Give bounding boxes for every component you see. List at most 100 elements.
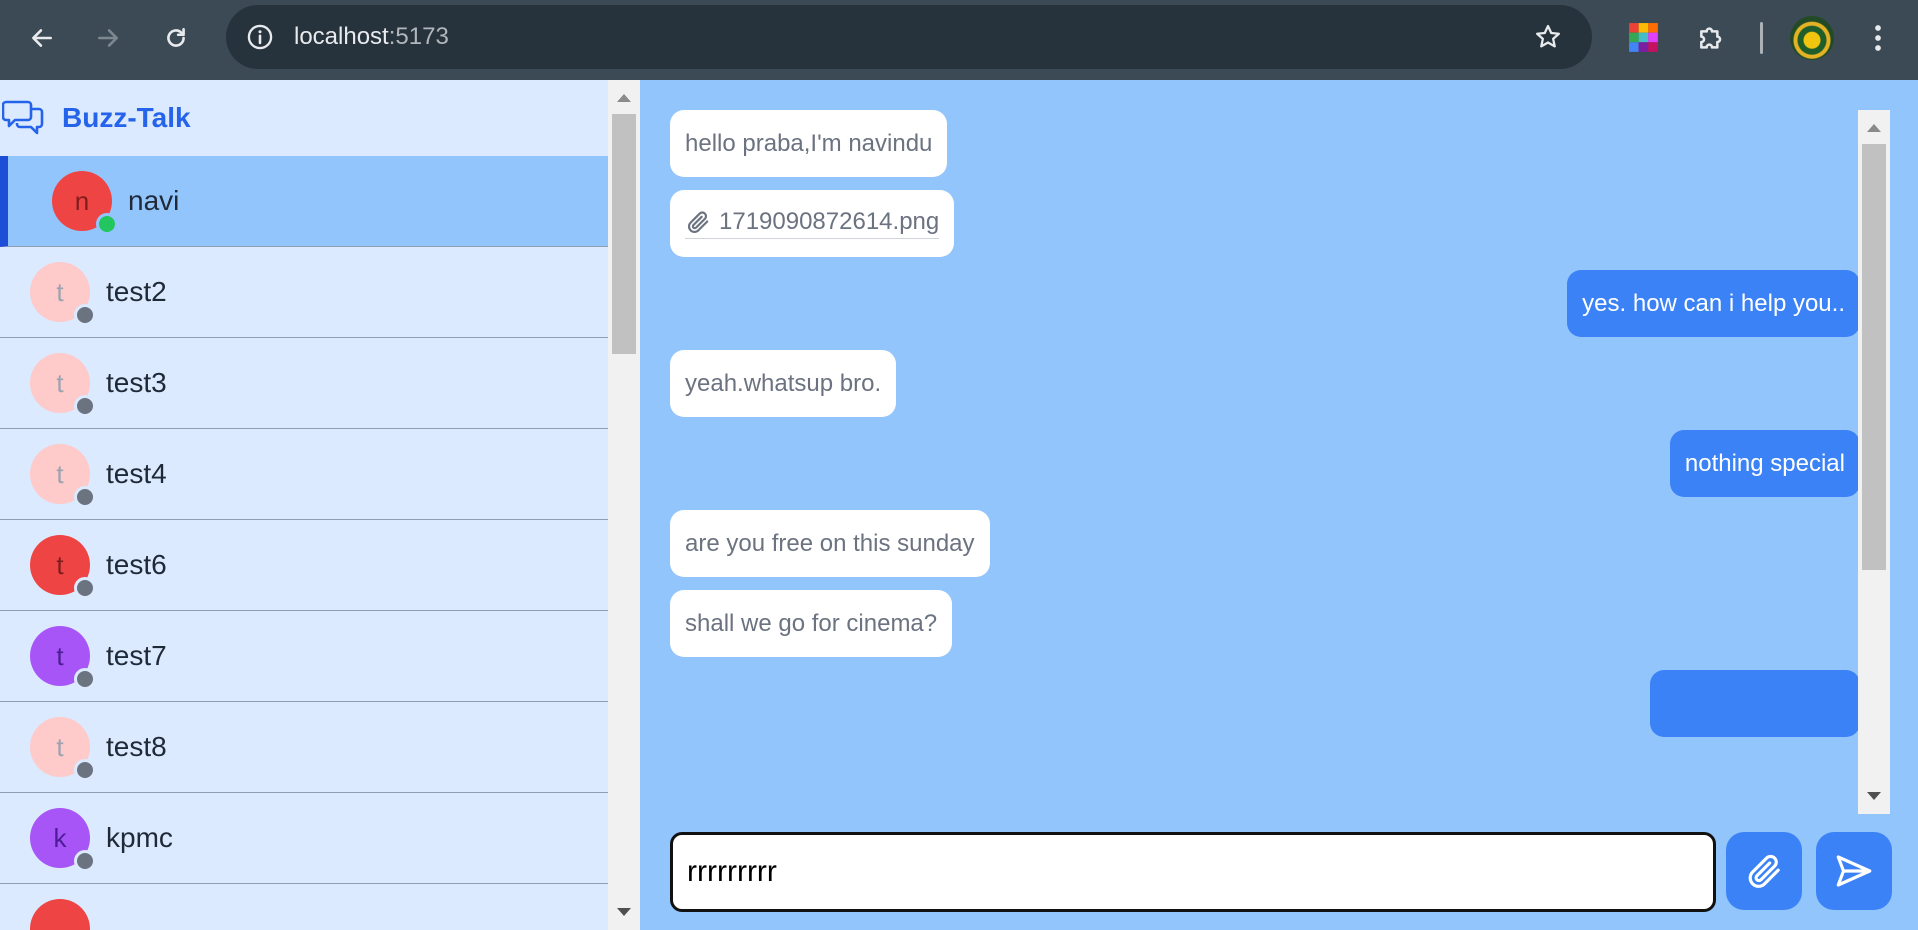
avatar-initial: t — [56, 731, 64, 762]
kebab-menu-icon — [1875, 25, 1881, 51]
outgoing-message: yes. how can i help you.. — [670, 270, 1860, 337]
incoming-message: are you free on this sunday — [670, 510, 1860, 577]
offline-status-dot — [74, 759, 96, 781]
message-text: yes. how can i help you.. — [1582, 289, 1845, 317]
puzzle-icon — [1700, 27, 1722, 49]
forward-button[interactable] — [86, 16, 130, 60]
avatar: t — [30, 535, 96, 599]
avatar: k — [30, 808, 96, 872]
offline-status-dot — [74, 486, 96, 508]
url-host: localhost — [294, 23, 389, 50]
sidebar: Buzz-Talk n navi t test2 t test3 t test4 t test6 t… — [0, 80, 640, 930]
contact-list: n navi t test2 t test3 t test4 t test6 t test7 t test… — [0, 156, 608, 930]
url-text[interactable]: localhost:5173 — [294, 5, 449, 69]
browser-menu-button[interactable] — [1858, 18, 1898, 58]
url-port: :5173 — [388, 23, 449, 50]
avatar-initial: t — [56, 549, 64, 580]
profile-avatar[interactable] — [1790, 16, 1834, 60]
avatar-initial: t — [56, 640, 64, 671]
scrollbar-thumb[interactable] — [1862, 144, 1886, 570]
send-button[interactable] — [1816, 832, 1892, 910]
extensions-button[interactable] — [1692, 18, 1732, 58]
incoming-message: 1719090872614.png — [670, 190, 1860, 257]
sidebar-scrollbar[interactable] — [608, 80, 640, 930]
star-icon — [1536, 24, 1560, 48]
back-button[interactable] — [20, 16, 64, 60]
contact-name: test8 — [106, 731, 167, 762]
avatar: t — [30, 444, 96, 508]
contact-name: test6 — [106, 549, 167, 580]
message-bubble: nothing special — [1669, 430, 1860, 497]
message-bubble: hello praba,I'm navindu — [670, 110, 948, 177]
avatar: t — [30, 262, 96, 326]
color-extension-button[interactable] — [1624, 18, 1664, 58]
message-list: hello praba,I'm navindu 1719090872614.png… — [670, 110, 1860, 896]
avatar-initial: t — [56, 367, 64, 398]
chat-scrollbar[interactable] — [1858, 110, 1890, 814]
contact-name: test2 — [106, 276, 167, 307]
send-icon — [1836, 855, 1872, 887]
offline-status-dot — [74, 577, 96, 599]
avatar: t — [30, 717, 96, 781]
message-text: shall we go for cinema? — [685, 609, 938, 637]
toolbar-divider — [1760, 22, 1763, 54]
message-text: yeah.whatsup bro. — [685, 369, 882, 397]
contact-name: test7 — [106, 640, 167, 671]
avatar: t — [30, 353, 96, 417]
arrow-left-icon — [32, 29, 52, 47]
outgoing-message: nothing special — [670, 430, 1860, 497]
address-bar[interactable]: localhost:5173 — [226, 5, 1592, 69]
chat-bubbles-icon — [2, 100, 44, 135]
contact-item[interactable]: t test3 — [0, 338, 608, 429]
contact-item[interactable]: k kpmc — [0, 793, 608, 884]
arrow-right-icon — [98, 29, 118, 47]
scrollbar-thumb[interactable] — [612, 114, 636, 354]
scroll-up-arrow[interactable] — [1867, 124, 1881, 132]
contact-item[interactable]: n navi — [0, 156, 608, 247]
avatar: n — [52, 171, 118, 235]
bookmark-button[interactable] — [1530, 19, 1566, 55]
message-bubble: shall we go for cinema? — [670, 590, 953, 657]
scroll-down-arrow[interactable] — [617, 908, 631, 916]
outgoing-message — [670, 670, 1860, 737]
brand-header: Buzz-Talk — [0, 80, 608, 156]
reload-button[interactable] — [154, 16, 198, 60]
message-bubble: yeah.whatsup bro. — [670, 350, 897, 417]
contact-item[interactable]: t test2 — [0, 247, 608, 338]
avatar — [30, 899, 90, 930]
contact-name: test3 — [106, 367, 167, 398]
info-icon — [247, 24, 273, 50]
avatar-initial: k — [53, 822, 67, 853]
chat-panel: hello praba,I'm navindu 1719090872614.png… — [640, 80, 1918, 930]
reload-icon — [167, 28, 185, 47]
message-text: are you free on this sunday — [685, 529, 975, 557]
incoming-message: yeah.whatsup bro. — [670, 350, 1860, 417]
message-input-box[interactable] — [670, 832, 1716, 912]
incoming-message: hello praba,I'm navindu — [670, 110, 1860, 177]
scroll-down-arrow[interactable] — [1867, 792, 1881, 800]
message-text: hello praba,I'm navindu — [685, 129, 933, 157]
offline-status-dot — [74, 395, 96, 417]
color-grid-icon — [1629, 23, 1658, 52]
contact-item[interactable]: t test8 — [0, 702, 608, 793]
incoming-message: shall we go for cinema? — [670, 590, 1860, 657]
browser-toolbar: localhost:5173 — [0, 0, 1918, 80]
message-bubble[interactable]: 1719090872614.png — [670, 190, 955, 257]
message-input[interactable] — [673, 835, 1713, 909]
paperclip-icon — [687, 211, 709, 233]
contact-item[interactable] — [0, 884, 608, 930]
contact-name: navi — [128, 185, 180, 216]
message-bubble: yes. how can i help you.. — [1567, 270, 1860, 337]
attach-file-button[interactable] — [1726, 832, 1802, 910]
scroll-up-arrow[interactable] — [617, 94, 631, 102]
avatar-initial: t — [56, 458, 64, 489]
contact-item[interactable]: t test6 — [0, 520, 608, 611]
offline-status-dot — [74, 850, 96, 872]
online-status-dot — [96, 213, 118, 235]
contact-name: test4 — [106, 458, 167, 489]
contact-item[interactable]: t test7 — [0, 611, 608, 702]
avatar-initial: t — [56, 276, 64, 307]
site-info-button[interactable] — [240, 17, 280, 57]
file-attachment-link[interactable]: 1719090872614.png — [685, 208, 940, 239]
contact-item[interactable]: t test4 — [0, 429, 608, 520]
